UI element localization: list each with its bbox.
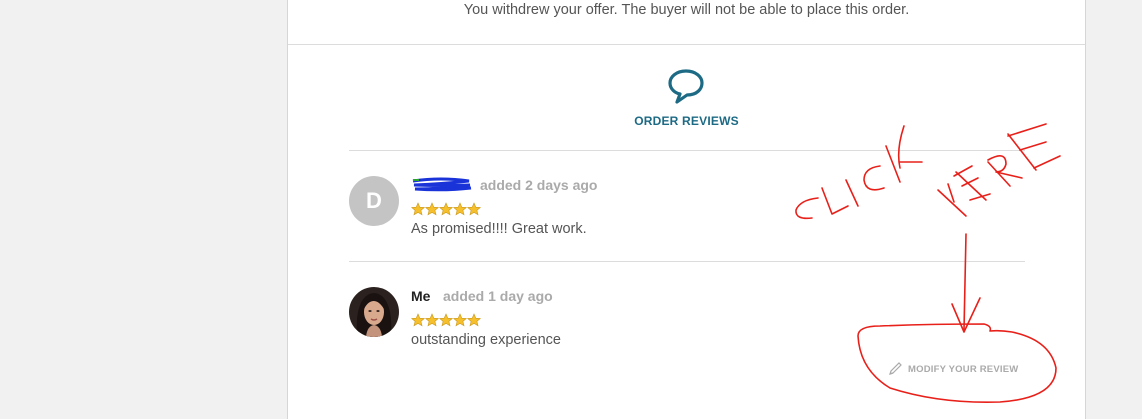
review-item: D added 2 days ago As promised!!!! Great…: [349, 176, 1025, 237]
speech-bubble-icon: [668, 69, 704, 104]
review-time: added 1 day ago: [443, 288, 553, 304]
divider: [349, 150, 1025, 151]
divider: [349, 261, 1025, 262]
order-notice: You withdrew your offer. The buyer will …: [288, 0, 1085, 45]
star-icon: [452, 202, 468, 216]
reviews-title: ORDER REVIEWS: [634, 114, 739, 128]
redaction-scribble: [412, 177, 472, 192]
star-icon: [466, 313, 481, 327]
modify-review-label: MODIFY YOUR REVIEW: [908, 363, 1019, 375]
avatar[interactable]: [349, 287, 399, 337]
modify-review-button[interactable]: MODIFY YOUR REVIEW: [888, 362, 1018, 376]
avatar[interactable]: D: [349, 176, 399, 226]
star-icon: [452, 313, 468, 327]
rating-stars: [411, 202, 481, 216]
order-panel: You withdrew your offer. The buyer will …: [287, 0, 1086, 419]
star-icon: [466, 202, 481, 216]
star-icon: [438, 313, 454, 327]
review-time: added 2 days ago: [480, 177, 598, 193]
star-icon: [411, 313, 426, 327]
star-icon: [424, 202, 440, 216]
review-item: Me added 1 day ago outstanding experienc…: [349, 287, 1025, 348]
review-text: As promised!!!! Great work.: [411, 221, 587, 237]
star-icon: [424, 313, 440, 327]
star-icon: [438, 202, 454, 216]
review-text: outstanding experience: [411, 332, 561, 348]
star-icon: [411, 202, 426, 216]
rating-stars: [411, 313, 481, 327]
pencil-icon: [889, 362, 902, 375]
notice-text: You withdrew your offer. The buyer will …: [463, 2, 910, 18]
reviewer-name[interactable]: Me: [411, 288, 430, 304]
